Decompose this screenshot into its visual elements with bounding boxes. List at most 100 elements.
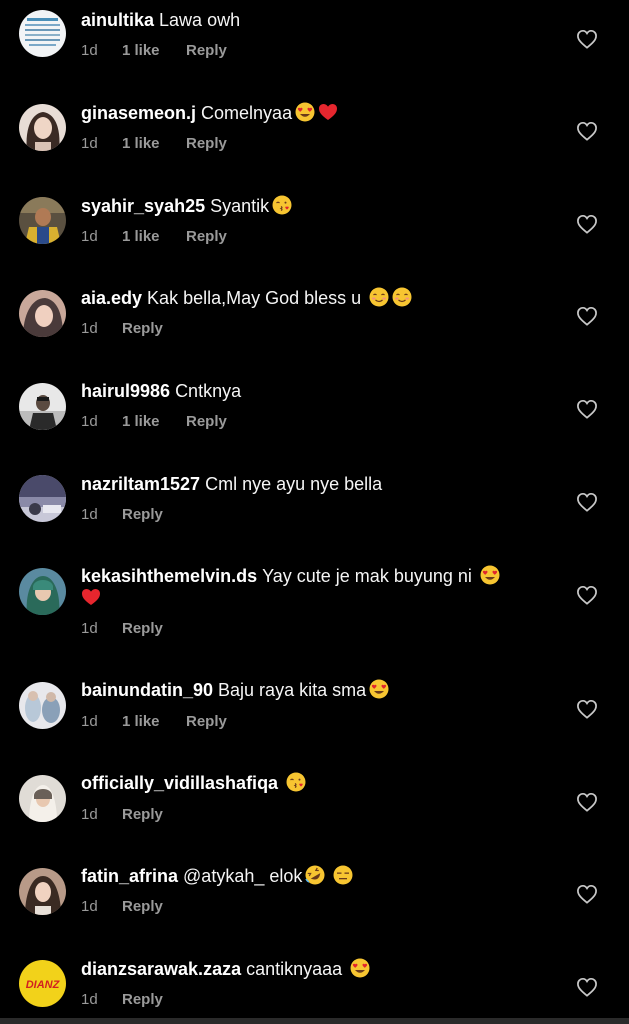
kiss-emoji-icon bbox=[286, 772, 306, 792]
comment-text-line: aia.edy Kak bella,May God bless u bbox=[81, 287, 551, 309]
kiss-emoji-icon bbox=[272, 195, 292, 215]
expressionless-emoji-icon bbox=[333, 865, 353, 885]
comment-username[interactable]: ginasemeon.j bbox=[81, 103, 196, 123]
comment-time: 1d bbox=[81, 135, 98, 152]
comment-meta: 1d Reply bbox=[81, 991, 163, 1009]
comment-username[interactable]: hairul9986 bbox=[81, 381, 170, 401]
dianz-logo-text: DIANZ bbox=[26, 979, 61, 991]
comment-text-line: kekasihthemelvin.ds Yay cute je mak buyun… bbox=[81, 565, 531, 609]
comment-likes[interactable]: 1 like bbox=[122, 135, 186, 153]
comment-text: Baju raya kita sma bbox=[218, 680, 367, 700]
heart-eyes-emoji-icon bbox=[295, 102, 315, 122]
comment-meta: 1d Reply bbox=[81, 620, 163, 638]
like-heart-icon[interactable] bbox=[576, 29, 598, 49]
comment-likes[interactable]: 1 like bbox=[122, 713, 186, 731]
like-heart-icon[interactable] bbox=[576, 585, 598, 605]
reply-button[interactable]: Reply bbox=[122, 806, 163, 823]
comment-time: 1d bbox=[81, 506, 98, 523]
avatar[interactable] bbox=[19, 197, 66, 244]
reply-button[interactable]: Reply bbox=[122, 991, 163, 1008]
avatar[interactable] bbox=[19, 10, 66, 57]
heart-eyes-emoji-icon bbox=[369, 679, 389, 699]
reply-button[interactable]: Reply bbox=[186, 228, 227, 245]
comment-text: Lawa owh bbox=[159, 10, 241, 30]
comment-meta: 1d Reply bbox=[81, 320, 163, 338]
avatar[interactable]: DIANZ bbox=[19, 960, 66, 1007]
comment-text: Yay cute je mak buyung ni bbox=[262, 566, 472, 586]
comment-time: 1d bbox=[81, 620, 98, 637]
comment-text: Syantik bbox=[210, 196, 270, 216]
like-heart-icon[interactable] bbox=[576, 214, 598, 234]
comment-text-line: syahir_syah25 Syantik bbox=[81, 195, 551, 217]
reply-button[interactable]: Reply bbox=[186, 413, 227, 430]
comment-username[interactable]: aia.edy bbox=[81, 288, 142, 308]
comment-time: 1d bbox=[81, 898, 98, 915]
comment-text-line: bainundatin_90 Baju raya kita sma bbox=[81, 679, 551, 701]
comment-text-line: hairul9986 Cntknya bbox=[81, 380, 551, 402]
comment-likes[interactable]: 1 like bbox=[122, 228, 186, 246]
avatar[interactable] bbox=[19, 383, 66, 430]
comment-time: 1d bbox=[81, 991, 98, 1008]
comment-text-line: ainultika Lawa owh bbox=[81, 9, 551, 31]
comment-meta: 1d Reply bbox=[81, 506, 163, 524]
comment-text: Comelnyaa bbox=[201, 103, 293, 123]
comment-username[interactable]: officially_vidillashafiqa bbox=[81, 773, 278, 793]
comment-text: cantiknyaaa bbox=[246, 959, 343, 979]
comment-time: 1d bbox=[81, 713, 98, 730]
comment-username[interactable]: fatin_afrina bbox=[81, 866, 178, 886]
comment-meta: 1d Reply bbox=[81, 806, 163, 824]
comment-username[interactable]: dianzsarawak.zaza bbox=[81, 959, 241, 979]
like-heart-icon[interactable] bbox=[576, 121, 598, 141]
avatar[interactable] bbox=[19, 475, 66, 522]
reply-button[interactable]: Reply bbox=[122, 898, 163, 915]
like-heart-icon[interactable] bbox=[576, 399, 598, 419]
comment-meta: 1d 1 like Reply bbox=[81, 42, 227, 60]
reply-button[interactable]: Reply bbox=[186, 42, 227, 59]
comment-meta: 1d 1 like Reply bbox=[81, 413, 227, 431]
comment-username[interactable]: syahir_syah25 bbox=[81, 196, 205, 216]
comment-likes[interactable]: 1 like bbox=[122, 42, 186, 60]
avatar[interactable] bbox=[19, 682, 66, 729]
like-heart-icon[interactable] bbox=[576, 699, 598, 719]
comment-likes[interactable]: 1 like bbox=[122, 413, 186, 431]
comment-text-line: dianzsarawak.zaza cantiknyaaa bbox=[81, 958, 551, 980]
reply-button[interactable]: Reply bbox=[186, 135, 227, 152]
reply-button[interactable]: Reply bbox=[186, 713, 227, 730]
comment-username[interactable]: nazriltam1527 bbox=[81, 474, 200, 494]
comment-text: Kak bella,May God bless u bbox=[147, 288, 362, 308]
comment-time: 1d bbox=[81, 228, 98, 245]
like-heart-icon[interactable] bbox=[576, 306, 598, 326]
comment-text: @atykah_ elok bbox=[183, 866, 303, 886]
reply-button[interactable]: Reply bbox=[122, 506, 163, 523]
reply-button[interactable]: Reply bbox=[122, 620, 163, 637]
comment-username[interactable]: ainultika bbox=[81, 10, 154, 30]
rofl-emoji-icon bbox=[305, 865, 325, 885]
heart-eyes-emoji-icon bbox=[480, 565, 500, 585]
like-heart-icon[interactable] bbox=[576, 977, 598, 997]
comment-time: 1d bbox=[81, 320, 98, 337]
avatar[interactable] bbox=[19, 104, 66, 151]
comment-text-line: fatin_afrina @atykah_ elok bbox=[81, 865, 551, 887]
comment-text-line: nazriltam1527 Cml nye ayu nye bella bbox=[81, 473, 551, 495]
comment-list: ainultika Lawa owh 1d 1 like Reply ginaseme… bbox=[0, 0, 629, 1024]
comment-text: Cml nye ayu nye bella bbox=[205, 474, 383, 494]
comment-meta: 1d 1 like Reply bbox=[81, 135, 227, 153]
avatar[interactable] bbox=[19, 868, 66, 915]
bottom-divider bbox=[0, 1018, 629, 1024]
reply-button[interactable]: Reply bbox=[122, 320, 163, 337]
comment-meta: 1d 1 like Reply bbox=[81, 713, 227, 731]
like-heart-icon[interactable] bbox=[576, 792, 598, 812]
avatar[interactable] bbox=[19, 568, 66, 615]
comment-text-line: ginasemeon.j Comelnyaa bbox=[81, 102, 551, 124]
comment-text: Cntknya bbox=[175, 381, 242, 401]
like-heart-icon[interactable] bbox=[576, 492, 598, 512]
comment-username[interactable]: bainundatin_90 bbox=[81, 680, 213, 700]
like-heart-icon[interactable] bbox=[576, 884, 598, 904]
avatar[interactable] bbox=[19, 290, 66, 337]
smiling-blush-emoji-icon bbox=[369, 287, 389, 307]
avatar[interactable] bbox=[19, 775, 66, 822]
red-heart-emoji-icon bbox=[82, 589, 100, 605]
comment-time: 1d bbox=[81, 806, 98, 823]
comment-username[interactable]: kekasihthemelvin.ds bbox=[81, 566, 257, 586]
comment-time: 1d bbox=[81, 42, 98, 59]
